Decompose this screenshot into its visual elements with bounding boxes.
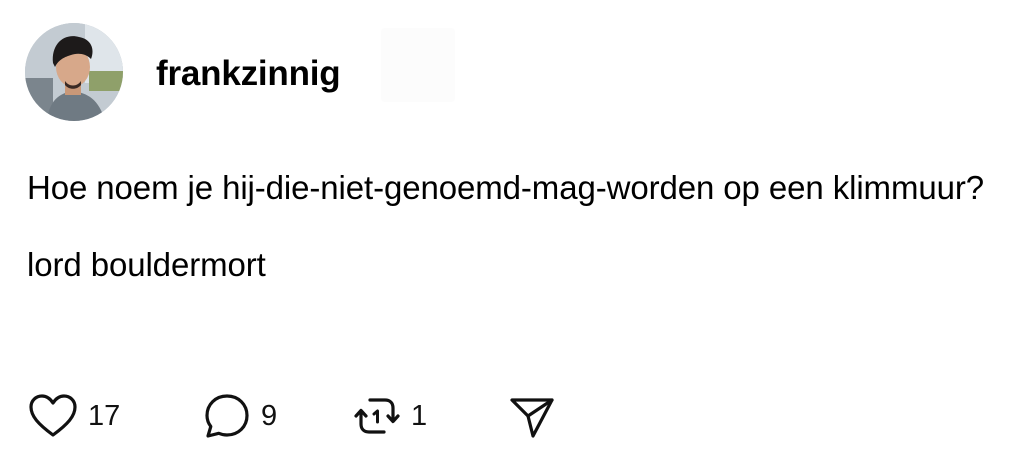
repost-arrows-icon: [354, 398, 400, 434]
reply-button[interactable]: 9: [203, 392, 277, 440]
avatar-image: [25, 23, 123, 121]
post-question: Hoe noem je hij-die-niet-genoemd-mag-wor…: [27, 169, 984, 206]
like-button[interactable]: 17: [28, 392, 120, 440]
share-button[interactable]: [508, 392, 556, 440]
like-count: 17: [88, 400, 121, 432]
post-card: frankzinnig Hoe noem je hij-die-niet-gen…: [0, 0, 1024, 467]
repost-count: 1: [411, 400, 428, 432]
avatar[interactable]: [25, 23, 123, 121]
repost-button[interactable]: 1: [353, 392, 427, 440]
post-answer: lord bouldermort: [27, 246, 266, 283]
post-content: Hoe noem je hij-die-niet-genoemd-mag-wor…: [27, 162, 1017, 290]
author-username[interactable]: frankzinnig: [156, 52, 341, 96]
reply-count: 9: [261, 400, 278, 432]
paper-plane-icon: [510, 398, 554, 438]
heart-icon: [29, 394, 77, 437]
header-placeholder: [381, 28, 455, 102]
speech-bubble-icon: [205, 394, 249, 438]
